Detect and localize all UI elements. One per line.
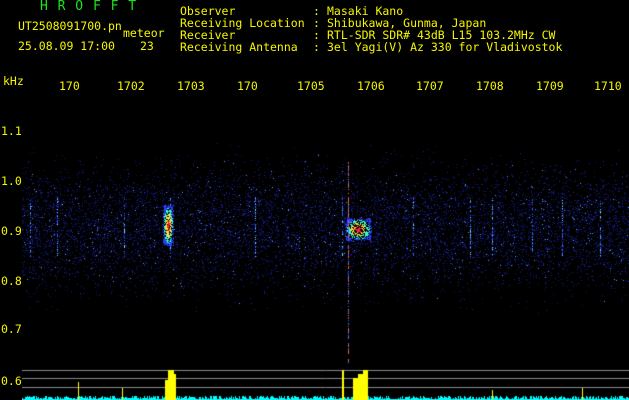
x-tick-label: 1705: [297, 79, 325, 93]
app-title: H R O F F T: [40, 0, 138, 14]
x-tick-label: 1707: [416, 79, 444, 93]
x-tick-label: 1703: [177, 79, 205, 93]
y-tick-label: 0.9: [1, 224, 22, 238]
antenna-label: Receiving Antenna: [180, 40, 298, 54]
x-tick-label: 170: [237, 79, 258, 93]
echo-intensity-strip: [22, 364, 629, 400]
antenna-colon: :: [313, 40, 320, 54]
y-tick-label: 1.0: [1, 174, 22, 188]
y-tick-label: 0.6: [1, 374, 22, 388]
spectrogram: [22, 97, 629, 400]
observation-datetime: 25.08.09 17:00: [18, 39, 115, 53]
x-tick-label: 1702: [117, 79, 145, 93]
x-tick-label: 1708: [476, 79, 504, 93]
x-tick-label: 1710: [594, 79, 622, 93]
y-tick-label: 0.7: [1, 322, 22, 336]
file-name: UT2508091700.pn: [18, 19, 122, 33]
x-tick-label: 1706: [357, 79, 385, 93]
x-tick-label: 170: [59, 79, 80, 93]
meteor-label: meteor: [123, 26, 165, 40]
antenna-value: 3el Yagi(V) Az 330 for Vladivostok: [327, 40, 563, 54]
x-tick-label: 1709: [536, 79, 564, 93]
y-tick-label: 1.1: [1, 124, 22, 138]
y-tick-label: 0.8: [1, 274, 22, 288]
meteor-count: 23: [140, 39, 154, 53]
y-axis-unit: kHz: [3, 74, 24, 88]
